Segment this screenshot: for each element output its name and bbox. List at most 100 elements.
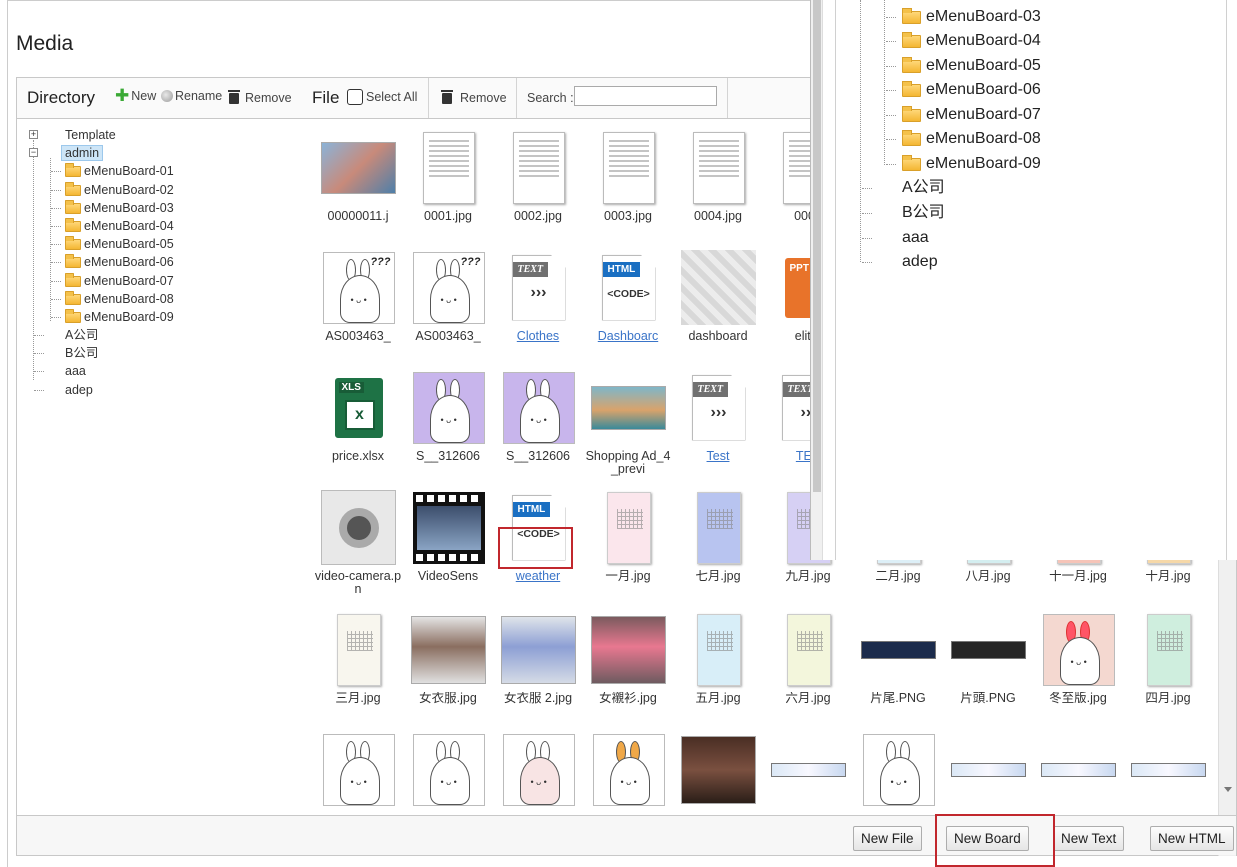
tree-item-board[interactable]: eMenuBoard-01 — [17, 162, 301, 180]
file-name: 六月.jpg — [785, 692, 831, 705]
file-tile[interactable]: • ᴗ • — [403, 722, 493, 814]
file-tile[interactable]: • ᴗ •??? AS003463_ — [313, 240, 403, 358]
search-label: Search : — [527, 91, 574, 105]
file-tile[interactable]: • ᴗ • — [493, 722, 583, 814]
scroll-down-icon[interactable] — [1224, 787, 1232, 792]
checkbox-icon[interactable] — [347, 89, 363, 105]
new-folder-button[interactable]: ✚ New — [115, 87, 156, 104]
file-tile[interactable]: • ᴗ • S__312606 — [403, 360, 493, 478]
file-tile[interactable]: dashboard — [673, 240, 763, 358]
file-tile[interactable]: • ᴗ • — [853, 722, 943, 814]
file-tile[interactable] — [1123, 722, 1213, 814]
file-tile[interactable]: 七月.jpg — [673, 480, 763, 598]
file-tile[interactable]: 片頭.PNG — [943, 602, 1033, 720]
file-tile[interactable]: Shopping Ad_4_previ — [583, 360, 673, 478]
banner-thumbnail — [1041, 762, 1116, 777]
file-name: 九月.jpg — [785, 570, 831, 583]
file-tile[interactable]: XLS x price.xlsx — [313, 360, 403, 478]
folder-icon — [65, 236, 81, 251]
new-file-button[interactable]: New File — [853, 826, 922, 851]
tree-item-folder[interactable]: adep — [17, 381, 301, 399]
tree-item-folder[interactable]: A公司 — [17, 326, 301, 344]
file-tile[interactable] — [673, 722, 763, 814]
directory-panel: Directory ✚ New Rename Remove + Template… — [16, 77, 302, 856]
document-thumbnail — [602, 131, 655, 204]
file-tile[interactable]: HTML <CODE> Dashboarc — [583, 240, 673, 358]
tree-item-board[interactable]: eMenuBoard-07 — [17, 272, 301, 290]
expand-icon[interactable]: + — [29, 130, 38, 139]
file-tile[interactable]: 0001.jpg — [403, 120, 493, 238]
photo-thumbnail — [591, 615, 666, 684]
tree-item-folder[interactable]: B公司 — [17, 344, 301, 362]
file-tile[interactable]: • ᴗ •??? AS003463_ — [403, 240, 493, 358]
file-name-link[interactable]: Clothes — [493, 330, 583, 343]
rabbit-thumbnail: • ᴗ • — [1042, 613, 1115, 686]
directory-tree: + Template − admin eMenuBoard-01 eMenuBo… — [17, 126, 301, 399]
tree-item-board[interactable]: eMenuBoard-08 — [17, 290, 301, 308]
file-tile[interactable]: 女襯衫.jpg — [583, 602, 673, 720]
file-tile[interactable]: 五月.jpg — [673, 602, 763, 720]
file-tile[interactable] — [943, 722, 1033, 814]
search-input[interactable] — [574, 86, 717, 106]
file-tile[interactable]: 三月.jpg — [313, 602, 403, 720]
file-tile[interactable] — [1033, 722, 1123, 814]
file-tile[interactable]: 片尾.PNG — [853, 602, 943, 720]
remove-file-button[interactable]: Remove — [441, 89, 507, 105]
file-tile[interactable] — [763, 722, 853, 814]
file-tile[interactable]: video-camera.pn — [313, 480, 403, 598]
tree-item-admin[interactable]: − admin — [17, 144, 301, 162]
file-name: 女襯衫.jpg — [599, 692, 657, 705]
file-tile[interactable]: 一月.jpg — [583, 480, 673, 598]
tree-item-template[interactable]: + Template — [17, 126, 301, 144]
file-tile[interactable]: • ᴗ • — [583, 722, 673, 814]
calendar-thumbnail — [1146, 613, 1191, 686]
file-name: 二月.jpg — [875, 570, 921, 583]
file-tile[interactable]: 女衣服 2.jpg — [493, 602, 583, 720]
file-tile[interactable]: 00000011.j — [313, 120, 403, 238]
rabbit-thumbnail: • ᴗ • — [322, 733, 395, 806]
tree-item-board[interactable]: eMenuBoard-09 — [17, 308, 301, 326]
file-tile[interactable]: VideoSens — [403, 480, 493, 598]
tree-overlay-popup: eMenuBoard-03 eMenuBoard-04 eMenuBoard-0… — [810, 0, 1237, 560]
file-name-link[interactable]: Dashboarc — [583, 330, 673, 343]
tree-item-board[interactable]: eMenuBoard-03 — [17, 199, 301, 217]
file-tile[interactable]: 0004.jpg — [673, 120, 763, 238]
banner-thumbnail — [771, 762, 846, 777]
file-tile[interactable]: • ᴗ • S__312606 — [493, 360, 583, 478]
tree-item-board[interactable]: eMenuBoard-02 — [17, 181, 301, 199]
file-name: price.xlsx — [331, 450, 385, 463]
file-tile[interactable]: 女衣服.jpg — [403, 602, 493, 720]
folder-icon — [65, 272, 81, 287]
file-tile[interactable]: TEXT ››› Test — [673, 360, 763, 478]
excel-file-icon: XLS x — [334, 377, 383, 438]
file-tile[interactable]: • ᴗ • 冬至版.jpg — [1033, 602, 1123, 720]
file-tile[interactable]: 四月.jpg — [1123, 602, 1213, 720]
file-name-link[interactable]: weather — [493, 570, 583, 583]
collapse-icon[interactable]: − — [29, 148, 38, 158]
new-text-button[interactable]: New Text — [1053, 826, 1125, 851]
new-board-button[interactable]: New Board — [946, 826, 1029, 851]
select-all-checkbox[interactable]: Select All — [347, 89, 417, 105]
file-tile[interactable]: HTML <CODE> weather — [493, 480, 583, 598]
file-tile[interactable]: TEXT ››› Clothes — [493, 240, 583, 358]
tree-item-folder[interactable]: aaa — [17, 362, 301, 380]
overlay-tree: eMenuBoard-03 eMenuBoard-04 eMenuBoard-0… — [835, 0, 1227, 560]
document-thumbnail — [692, 131, 745, 204]
tree-item-board[interactable]: eMenuBoard-06 — [17, 253, 301, 271]
overlay-scrollbar[interactable] — [811, 0, 823, 560]
file-name-link[interactable]: Test — [673, 450, 763, 463]
rename-folder-button[interactable]: Rename — [161, 89, 222, 103]
file-tile[interactable]: 0002.jpg — [493, 120, 583, 238]
new-html-button[interactable]: New HTML — [1150, 826, 1234, 851]
tree-item-board[interactable]: eMenuBoard-05 — [17, 235, 301, 253]
file-name: 冬至版.jpg — [1049, 692, 1107, 705]
file-tile[interactable]: 六月.jpg — [763, 602, 853, 720]
tree-item-board[interactable]: eMenuBoard-04 — [17, 217, 301, 235]
trash-icon — [228, 89, 240, 104]
remove-folder-button[interactable]: Remove — [228, 89, 292, 105]
overlay-scrollbar-thumb[interactable] — [813, 0, 821, 492]
file-name: 七月.jpg — [695, 570, 741, 583]
document-thumbnail — [512, 131, 565, 204]
file-tile[interactable]: 0003.jpg — [583, 120, 673, 238]
file-tile[interactable]: • ᴗ • — [313, 722, 403, 814]
